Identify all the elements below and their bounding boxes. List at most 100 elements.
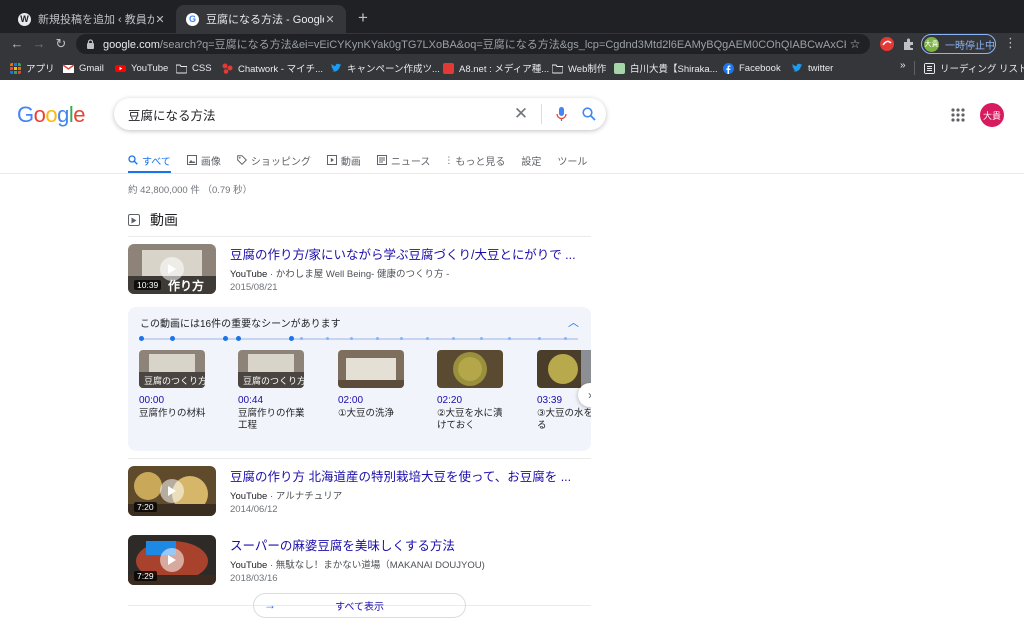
address-bar[interactable]: google.com/search?q=豆腐になる方法&ei=vEiCYKynK… — [76, 34, 870, 54]
bookmark-star-icon[interactable]: ☆ — [846, 37, 864, 51]
timeline-marker[interactable] — [480, 337, 483, 340]
gmail-icon — [63, 63, 74, 73]
tab-all[interactable]: すべて — [128, 150, 171, 170]
bookmark-label: YouTube — [131, 62, 169, 74]
timeline-marker[interactable] — [350, 337, 353, 340]
video-title-link[interactable]: 豆腐の作り方 北海道産の特別栽培大豆を使って、お豆腐を ... — [230, 466, 571, 485]
search-box[interactable]: 豆腐になる方法 ✕ — [114, 98, 606, 130]
close-icon[interactable]: ✕ — [324, 13, 336, 26]
reading-list-button[interactable]: リーディング リスト — [924, 61, 1024, 75]
bookmark-twitter[interactable]: twitter — [792, 61, 833, 75]
bookmark-css[interactable]: CSS — [176, 61, 212, 75]
chevron-up-icon[interactable]: ︿ — [568, 314, 579, 330]
account-avatar[interactable]: 大貴 — [980, 103, 1004, 127]
tab-more[interactable]: ⋮ もっと見る — [444, 150, 505, 170]
facebook-icon — [723, 62, 734, 74]
reload-icon[interactable]: ↻ — [52, 35, 70, 53]
search-input[interactable]: 豆腐になる方法 — [128, 105, 509, 124]
video-source: YouTube · 無駄なし！まかない道場（MAKANAI DOUJYOU) — [230, 557, 485, 571]
tab-label: 画像 — [200, 156, 221, 168]
back-arrow-icon[interactable]: ← — [8, 35, 26, 53]
timeline-marker[interactable] — [400, 337, 403, 340]
profile-pause-button[interactable]: 大貴 一時停止中 — [921, 34, 996, 54]
video-title-link[interactable]: スーパーの麻婆豆腐を美味しくする方法 — [230, 535, 455, 554]
browser-tab-wordpress[interactable]: W 新規投稿を追加 ‹ 教員からの転職 ... ✕ — [8, 5, 176, 33]
timeline-marker[interactable] — [139, 336, 144, 341]
bookmark-label: A8.net : メディア種... — [459, 64, 550, 75]
search-icon — [128, 155, 138, 165]
video-date: 2015/08/21 — [230, 282, 278, 293]
bookmark-facebook[interactable]: Facebook — [723, 61, 781, 75]
timeline-marker[interactable] — [170, 336, 175, 341]
bookmark-label: アプリ — [26, 64, 55, 75]
google-results-page: Google 豆腐になる方法 ✕ 大貴 すべて 画像 ショッピング 動画 ニュー… — [0, 80, 1024, 640]
search-icon[interactable] — [578, 107, 600, 121]
reading-list-icon — [924, 62, 935, 74]
tab-tools[interactable]: ツール — [557, 150, 587, 170]
timeline-marker[interactable] — [508, 337, 511, 340]
google-apps-icon[interactable] — [951, 108, 965, 122]
key-moment-thumbnail: 豆腐のつくり方 — [238, 350, 304, 388]
browser-tab-google[interactable]: G 豆腐になる方法 - Google 検索 ✕ — [176, 5, 346, 33]
tab-news[interactable]: ニュース — [376, 150, 431, 170]
key-moment[interactable]: 02:20 ②大豆を水に漬けておく — [437, 350, 507, 432]
timeline-marker[interactable] — [236, 336, 241, 341]
new-tab-button[interactable]: + — [353, 8, 373, 28]
tab-settings[interactable]: 設定 — [521, 150, 541, 170]
timeline-marker[interactable] — [538, 337, 541, 340]
video-title-link[interactable]: 豆腐の作り方/家にいながら学ぶ豆腐づくり/大豆とにがりで ... — [230, 244, 576, 263]
timeline-marker[interactable] — [452, 337, 455, 340]
bookmark-a8[interactable]: A8.net : メディア種... — [443, 61, 549, 75]
key-moment-desc: 豆腐作りの材料 — [139, 408, 206, 419]
logo-letter: g — [57, 102, 69, 127]
close-icon[interactable]: ✕ — [154, 13, 166, 26]
video-site: YouTube — [230, 269, 268, 280]
tab-label: ニュース — [390, 156, 431, 168]
video-thumbnail[interactable]: 7:29 — [128, 535, 216, 585]
timeline-marker[interactable] — [564, 337, 567, 340]
timeline-marker[interactable] — [223, 336, 228, 341]
browser-menu-icon[interactable]: ⋮ — [1004, 35, 1017, 51]
video-duration: 10:39 — [134, 280, 162, 290]
timeline-marker[interactable] — [289, 336, 294, 341]
key-moment[interactable]: 豆腐のつくり方 00:44 豆腐作りの作業工程 — [238, 350, 308, 432]
tab-shopping[interactable]: ショッピング — [237, 150, 311, 170]
video-thumbnail[interactable]: 7:20 — [128, 466, 216, 516]
bookmark-campaign[interactable]: キャンペーン作成ツ... — [331, 61, 440, 75]
bookmark-apps[interactable]: アプリ — [10, 61, 55, 75]
forward-arrow-icon[interactable]: → — [30, 35, 48, 53]
bookmark-chatwork[interactable]: Chatwork - マイチ... — [222, 61, 323, 75]
clear-search-icon[interactable]: ✕ — [509, 104, 533, 124]
folder-icon — [552, 64, 563, 73]
bookmark-gmail[interactable]: Gmail — [63, 61, 104, 75]
key-moment-time: 00:00 — [139, 395, 165, 406]
video-result[interactable]: 作り方 10:39 豆腐の作り方/家にいながら学ぶ豆腐づくり/大豆とにがりで .… — [128, 244, 591, 299]
view-all-videos-button[interactable]: → すべて表示 — [253, 593, 466, 618]
bookmark-shirakawa[interactable]: 白川大貴【Shiraka... — [614, 61, 718, 75]
timeline-marker[interactable] — [326, 337, 329, 340]
bookmark-youtube[interactable]: YouTube — [115, 61, 168, 75]
bookmarks-overflow-button[interactable]: » — [900, 60, 906, 71]
bookmark-web-production[interactable]: Web制作 — [552, 61, 606, 75]
google-logo[interactable]: Google — [17, 102, 86, 128]
video-thumbnail[interactable]: 作り方 10:39 — [128, 244, 216, 294]
extension-red-icon[interactable] — [879, 36, 895, 52]
arrow-right-icon: → — [264, 598, 276, 612]
tab-videos[interactable]: 動画 — [326, 150, 361, 170]
microphone-icon[interactable] — [550, 106, 572, 122]
svg-text:豆腐のつくり方: 豆腐のつくり方 — [144, 375, 205, 387]
timeline-marker[interactable] — [300, 337, 303, 340]
tab-images[interactable]: 画像 — [186, 150, 221, 170]
timeline-marker[interactable] — [426, 337, 429, 340]
bookmark-label: Web制作 — [568, 64, 607, 75]
video-result[interactable]: 7:29 スーパーの麻婆豆腐を美味しくする方法 YouTube · 無駄なし！ま… — [128, 535, 591, 590]
key-moment-thumbnail — [537, 350, 591, 388]
puzzle-extensions-icon[interactable] — [901, 36, 917, 52]
key-moment[interactable]: 豆腐のつくり方 00:00 豆腐作りの材料 — [139, 350, 209, 420]
key-moment[interactable]: 02:00 ①大豆の洗浄 — [338, 350, 408, 420]
reading-list-label: リーディング リスト — [940, 64, 1024, 75]
video-result[interactable]: 7:20 豆腐の作り方 北海道産の特別栽培大豆を使って、お豆腐を ... You… — [128, 466, 591, 521]
timeline-marker[interactable] — [376, 337, 379, 340]
play-icon — [160, 479, 184, 503]
tab-label: ツール — [557, 156, 588, 168]
